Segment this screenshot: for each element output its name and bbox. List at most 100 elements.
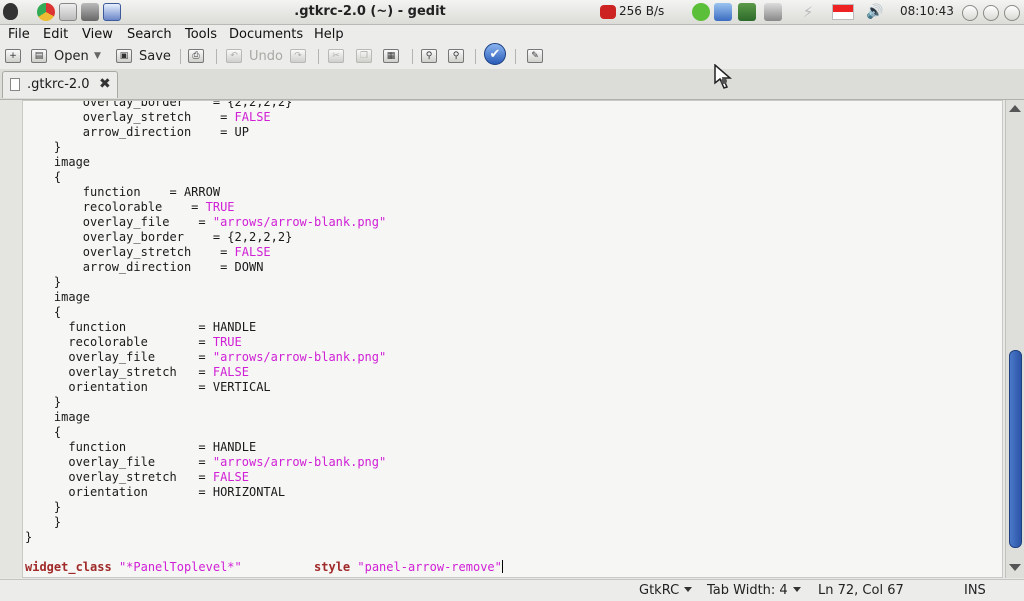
volume-icon[interactable]: 🔊 — [866, 3, 884, 21]
code-text: } — [25, 500, 62, 514]
menu-help[interactable]: Help — [314, 27, 344, 42]
window-close-button[interactable] — [1004, 5, 1020, 21]
code-string: FALSE — [234, 245, 271, 259]
chevron-down-icon: ▼ — [94, 51, 101, 61]
spell-check-button[interactable]: ✔ — [484, 43, 506, 65]
save-icon: ▣ — [116, 49, 132, 63]
power-icon[interactable]: ⚡ — [799, 3, 817, 21]
code-line: overlay_file = "arrows/arrow-blank.png" — [25, 215, 386, 230]
code-line: overlay_file = "arrows/arrow-blank.png" — [25, 350, 386, 365]
paste-icon: ▦ — [383, 49, 399, 63]
print-button[interactable]: ⎙ — [188, 47, 204, 65]
code-string: FALSE — [212, 470, 249, 484]
flag-icon[interactable] — [832, 4, 854, 20]
code-line: image — [25, 290, 90, 305]
code-line: overlay_stretch = FALSE — [25, 245, 271, 260]
code-text: overlay_file = — [25, 350, 213, 364]
code-line: } — [25, 275, 61, 290]
code-line: overlay_stretch = FALSE — [25, 470, 249, 485]
window-minimize-button[interactable] — [962, 5, 978, 21]
code-text: arrow_direction = DOWN — [25, 260, 264, 274]
menu-search[interactable]: Search — [127, 27, 172, 42]
code-string: "arrows/arrow-blank.png" — [212, 215, 387, 229]
code-line: overlay_stretch = FALSE — [25, 365, 249, 380]
text-caret — [501, 560, 503, 573]
chevron-down-icon — [684, 587, 693, 592]
clock: 08:10:43 — [900, 4, 954, 18]
code-text: overlay_stretch = — [25, 470, 213, 484]
replace-button[interactable]: ⚲ — [448, 47, 464, 65]
code-text: image — [25, 290, 91, 304]
close-icon[interactable]: ✖ — [99, 76, 111, 92]
new-document-button[interactable]: + — [5, 47, 21, 65]
open-dropdown-button[interactable]: ▼ — [94, 47, 101, 65]
open-button[interactable]: ▤ Open — [31, 47, 89, 65]
code-text: overlay_border = {2,2,2,2} — [25, 100, 293, 109]
editor-left-margin — [0, 100, 22, 578]
paste-button[interactable]: ▦ — [383, 47, 399, 65]
code-text: arrow_direction = UP — [25, 125, 249, 139]
toolbar-separator — [216, 49, 217, 64]
menu-edit[interactable]: Edit — [43, 27, 68, 42]
mail-icon[interactable] — [764, 3, 782, 21]
open-icon: ▤ — [31, 49, 47, 63]
code-text: recolorable = — [25, 200, 206, 214]
check-icon[interactable] — [692, 3, 710, 21]
cut-button[interactable]: ✂ — [328, 47, 344, 65]
copy-icon: ❐ — [356, 49, 372, 63]
find-button[interactable]: ⚲ — [421, 47, 437, 65]
code-string: "arrows/arrow-blank.png" — [212, 350, 387, 364]
code-text: } — [25, 395, 62, 409]
code-text: recolorable = — [25, 335, 213, 349]
scroll-down-icon[interactable] — [1009, 564, 1021, 571]
redo-button[interactable]: ↷ — [290, 47, 306, 65]
code-string: TRUE — [205, 200, 235, 214]
code-line: } — [25, 530, 32, 545]
chevron-down-icon — [792, 587, 801, 592]
code-line: image — [25, 155, 90, 170]
menu-view[interactable]: View — [82, 27, 113, 42]
search-icon: ⚲ — [421, 49, 437, 63]
phone-icon[interactable] — [600, 5, 616, 19]
code-string: "panel-arrow-remove" — [357, 560, 502, 574]
code-text: } — [25, 275, 62, 289]
scrollbar-thumb[interactable] — [1009, 350, 1022, 548]
language-selector[interactable]: GtkRC — [639, 583, 693, 598]
document-icon — [10, 78, 20, 91]
download-icon[interactable] — [738, 3, 756, 21]
menu-file[interactable]: File — [8, 27, 30, 42]
check-icon: ✔ — [484, 43, 506, 65]
code-line: overlay_border = {2,2,2,2} — [25, 230, 293, 245]
print-icon: ⎙ — [188, 49, 204, 63]
new-document-icon: + — [5, 49, 21, 63]
window-maximize-button[interactable] — [983, 5, 999, 21]
code-line: orientation = VERTICAL — [25, 380, 270, 395]
menu-documents[interactable]: Documents — [229, 27, 303, 42]
save-button[interactable]: ▣ Save — [116, 47, 171, 65]
code-text: overlay_stretch = — [25, 365, 213, 379]
insert-mode: INS — [964, 583, 986, 598]
tab-width-selector[interactable]: Tab Width: 4 — [707, 583, 801, 598]
cursor-position: Ln 72, Col 67 — [818, 583, 904, 598]
net-speed-label: 256 B/s — [619, 4, 665, 18]
undo-button[interactable]: ↶ Undo — [226, 47, 283, 65]
text-editor[interactable]: overlay_border = {2,2,2,2} overlay_stret… — [22, 100, 1003, 578]
menubar: File Edit View Search Tools Documents He… — [0, 25, 1024, 45]
code-line: orientation = HORIZONTAL — [25, 485, 285, 500]
music-icon[interactable] — [714, 3, 732, 21]
replace-icon: ⚲ — [448, 49, 464, 63]
code-line: overlay_file = "arrows/arrow-blank.png" — [25, 455, 386, 470]
vertical-scrollbar[interactable] — [1005, 100, 1024, 578]
code-text: image — [25, 155, 91, 169]
scroll-up-icon[interactable] — [1009, 105, 1021, 112]
code-text: orientation = HORIZONTAL — [25, 485, 286, 499]
menu-tools[interactable]: Tools — [185, 27, 217, 42]
copy-button[interactable]: ❐ — [356, 47, 372, 65]
code-line: overlay_stretch = FALSE — [25, 110, 271, 125]
code-line: } — [25, 140, 61, 155]
code-text: { — [25, 425, 62, 439]
tools-button[interactable]: ✎ — [527, 47, 543, 65]
code-text: { — [25, 170, 62, 184]
code-string: "*PanelToplevel*" — [118, 560, 242, 574]
document-tab[interactable]: .gtkrc-2.0 ✖ — [2, 71, 118, 98]
